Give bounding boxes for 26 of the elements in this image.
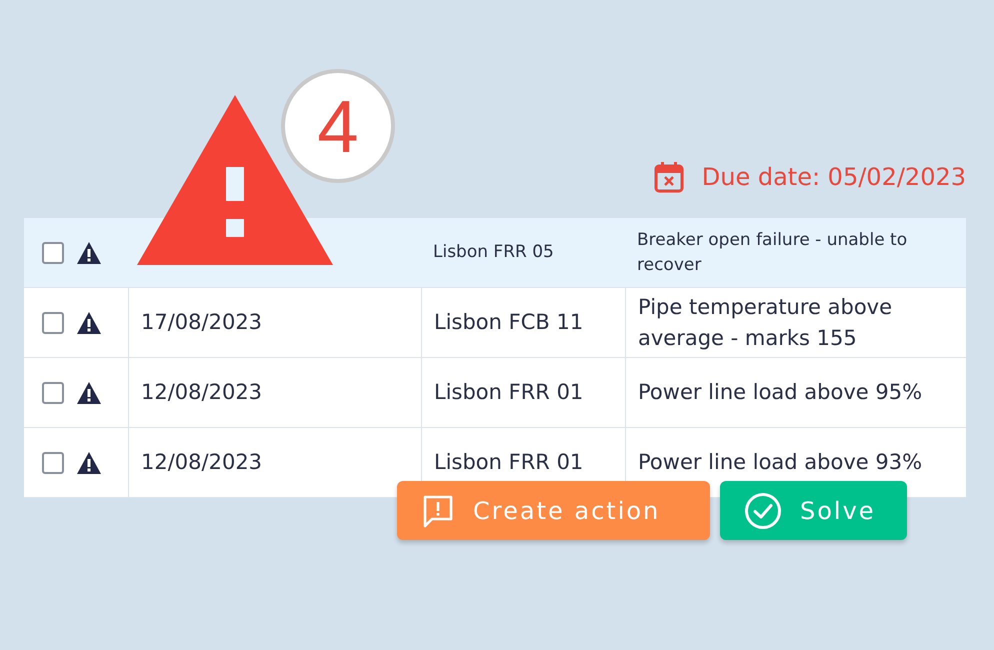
date-cell-text: 12/08/2023 bbox=[141, 379, 262, 406]
location-cell-text: Lisbon FCB 11 bbox=[434, 309, 584, 336]
warning-icon bbox=[76, 310, 102, 334]
date-cell-text: 12/08/2023 bbox=[141, 449, 262, 476]
description-cell-text: Pipe temperature above average - marks 155 bbox=[638, 294, 894, 352]
location-cell-text: Lisbon FRR 01 bbox=[434, 449, 584, 476]
checkbox[interactable] bbox=[42, 242, 64, 264]
comment-alert-icon bbox=[421, 494, 455, 528]
warning-icon bbox=[76, 450, 102, 474]
warning-icon bbox=[76, 240, 102, 264]
solve-button[interactable]: Solve bbox=[720, 481, 907, 540]
create-button[interactable]: Create action bbox=[397, 481, 710, 540]
description-cell-text: Power line load above 95% bbox=[638, 379, 922, 406]
description-cell-text: Breaker open failure - unable to recover bbox=[637, 228, 908, 276]
description-cell-text: Power line load above 93% bbox=[638, 449, 922, 476]
warning-icon bbox=[76, 380, 102, 404]
date-cell-text: 17/08/2023 bbox=[141, 309, 262, 336]
calendar-icon bbox=[654, 161, 684, 193]
checkbox[interactable] bbox=[42, 382, 64, 404]
location-cell-text: Lisbon FRR 05 bbox=[433, 241, 554, 264]
due-date: Due date: 05/02/2023 bbox=[702, 163, 966, 191]
check-circle-icon bbox=[744, 492, 782, 530]
checkbox[interactable] bbox=[42, 452, 64, 474]
checkbox[interactable] bbox=[42, 312, 64, 334]
count-badge: 4 bbox=[281, 69, 395, 183]
location-cell-text: Lisbon FRR 01 bbox=[434, 379, 584, 406]
